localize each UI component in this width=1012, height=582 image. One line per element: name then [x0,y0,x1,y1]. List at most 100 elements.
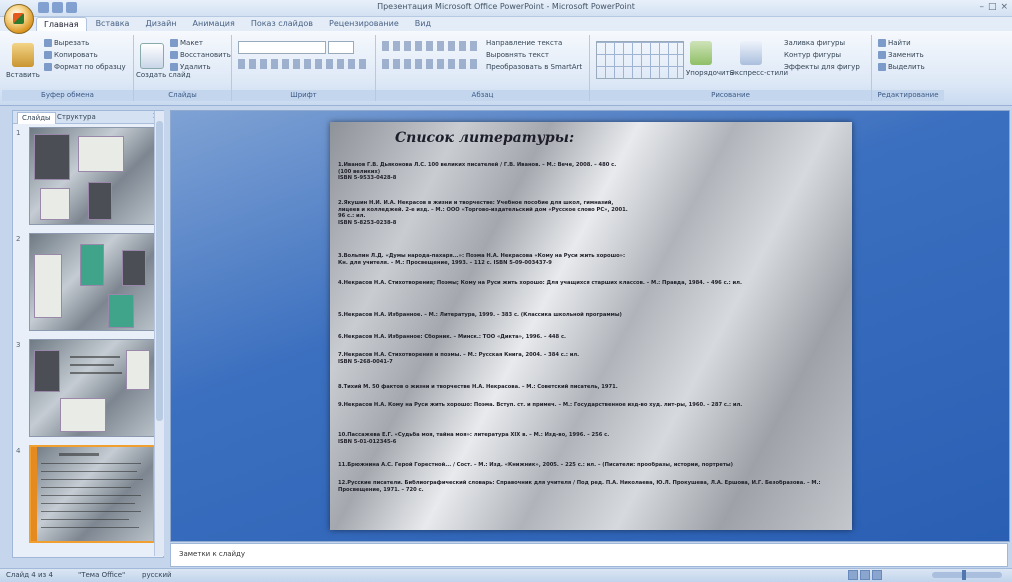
font-group-label: Шрифт [232,90,375,101]
align-text-button[interactable]: Выровнять текст [486,51,549,59]
zoom-slider[interactable] [932,570,1002,580]
thumb-text-line [41,479,143,480]
format-painter-button[interactable]: Формат по образцу [44,63,126,71]
thumb-image [40,188,70,220]
brush-icon [44,63,52,71]
cut-label: Вырезать [54,39,90,47]
reset-label: Восстановить [180,51,231,59]
clipboard-group: Вставить Вырезать Копировать Формат по о… [2,35,134,101]
smartart-button[interactable]: Преобразовать в SmartArt [486,63,582,71]
notes-pane[interactable]: Заметки к слайду [170,543,1008,567]
thumb-accent-bar [31,447,37,541]
thumb-number: 3 [16,341,21,349]
thumb-image [34,254,62,318]
delete-icon [170,63,178,71]
maximize-icon[interactable]: □ [988,2,997,12]
replace-icon [878,51,886,59]
find-label: Найти [888,39,911,47]
replace-button[interactable]: Заменить [878,51,924,59]
font-group: Шрифт [232,35,376,101]
copy-button[interactable]: Копировать [44,51,98,59]
shape-effects-button[interactable]: Эффекты для фигур [784,63,860,71]
reference-item: 9.Некрасов Н.А. Кому на Руси жить хорошо… [338,402,743,408]
language-indicator[interactable]: русский [142,571,172,579]
slide-thumbnail-3[interactable] [29,339,155,437]
slides-group: Создать слайд Макет Восстановить Удалить… [134,35,232,101]
tab-slideshow[interactable]: Показ слайдов [244,17,320,31]
tab-home[interactable]: Главная [36,17,87,32]
reference-item: 10.Пассажева Е.Г. «Судьба моя, тайна моя… [338,432,610,445]
paste-button[interactable]: Вставить [6,71,40,79]
slide-thumbnail-2[interactable] [29,233,155,331]
panel-scrollbar[interactable] [154,111,164,556]
status-bar: Слайд 4 из 4 "Тема Office" русский [0,568,1012,582]
normal-view-icon[interactable] [848,570,858,580]
font-format-buttons[interactable] [238,59,368,69]
tab-insert[interactable]: Вставка [89,17,137,31]
drawing-group-label: Рисование [590,90,871,101]
thumb-number: 1 [16,129,21,137]
slide-title[interactable]: Список литературы: [395,130,574,146]
thumb-image [108,294,134,328]
close-icon[interactable]: × [1000,2,1008,12]
sorter-view-icon[interactable] [860,570,870,580]
quick-styles-button[interactable]: Экспресс-стили [730,69,788,77]
reference-item: 12.Русские писатели. Библиографический с… [338,480,821,493]
layout-button[interactable]: Макет [170,39,203,47]
scrollbar-thumb[interactable] [156,121,163,421]
zoom-slider-knob[interactable] [962,570,966,580]
minimize-icon[interactable]: – [979,2,984,12]
cut-button[interactable]: Вырезать [44,39,89,47]
reset-icon [170,51,178,59]
tab-design[interactable]: Дизайн [138,17,183,31]
delete-slide-button[interactable]: Удалить [170,63,211,71]
editing-group: Найти Заменить Выделить Редактирование [872,35,944,101]
reference-item: 1.Иванов Г.В. Дьяконова Л.С. 100 великих… [338,162,617,182]
thumb-text-line [41,511,141,512]
thumb-text-line [41,471,137,472]
align-buttons[interactable] [382,59,478,69]
slides-group-label: Слайды [134,90,231,101]
arrange-button[interactable]: Упорядочить [686,69,734,77]
office-button[interactable] [4,4,34,34]
window-title: Презентация Microsoft Office PowerPoint … [377,2,635,11]
tab-outline[interactable]: Структура [53,112,100,123]
clipboard-group-label: Буфер обмена [2,90,133,101]
reference-item: 5.Некрасов Н.А. Избранное. – М.: Литерат… [338,312,622,318]
thumb-text-line [41,527,139,528]
tab-animation[interactable]: Анимация [186,17,242,31]
find-button[interactable]: Найти [878,39,911,47]
scissors-icon [44,39,52,47]
editing-group-label: Редактирование [872,90,944,101]
tab-view[interactable]: Вид [408,17,438,31]
font-name-combo[interactable] [238,41,326,54]
slide-thumbnail-1[interactable] [29,127,155,225]
office-logo-icon [13,13,24,24]
new-slide-button[interactable]: Создать слайд [136,71,190,79]
paragraph-group-label: Абзац [376,90,589,101]
font-size-combo[interactable] [328,41,354,54]
reset-button[interactable]: Восстановить [170,51,231,59]
ribbon-tabs: Главная Вставка Дизайн Анимация Показ сл… [36,17,438,32]
select-button[interactable]: Выделить [878,63,925,71]
shape-outline-button[interactable]: Контур фигуры [784,51,841,59]
current-slide[interactable]: Список литературы: 1.Иванов Г.В. Дьяконо… [330,122,852,530]
slide-thumbnail-4[interactable] [29,445,155,543]
slides-panel: Слайды Структура × 1 2 3 4 [12,110,164,558]
shapes-gallery[interactable] [596,41,684,79]
shape-fill-button[interactable]: Заливка фигуры [784,39,845,47]
reference-item: 11.Брюжнина А.С. Герой Горестной... / Со… [338,462,733,468]
slideshow-view-icon[interactable] [872,570,882,580]
text-direction-button[interactable]: Направление текста [486,39,562,47]
reference-item: 4.Некрасов Н.А. Стихотворения; Поэмы; Ко… [338,280,742,286]
tab-review[interactable]: Рецензирование [322,17,406,31]
thumb-image [122,250,146,286]
thumb-text-line [41,495,141,496]
thumb-text-line [70,364,114,366]
list-buttons[interactable] [382,41,478,51]
format-label: Формат по образцу [54,63,126,71]
tab-slides[interactable]: Слайды [17,112,56,124]
select-label: Выделить [888,63,925,71]
layout-icon [170,39,178,47]
drawing-group: Упорядочить Экспресс-стили Заливка фигур… [590,35,872,101]
